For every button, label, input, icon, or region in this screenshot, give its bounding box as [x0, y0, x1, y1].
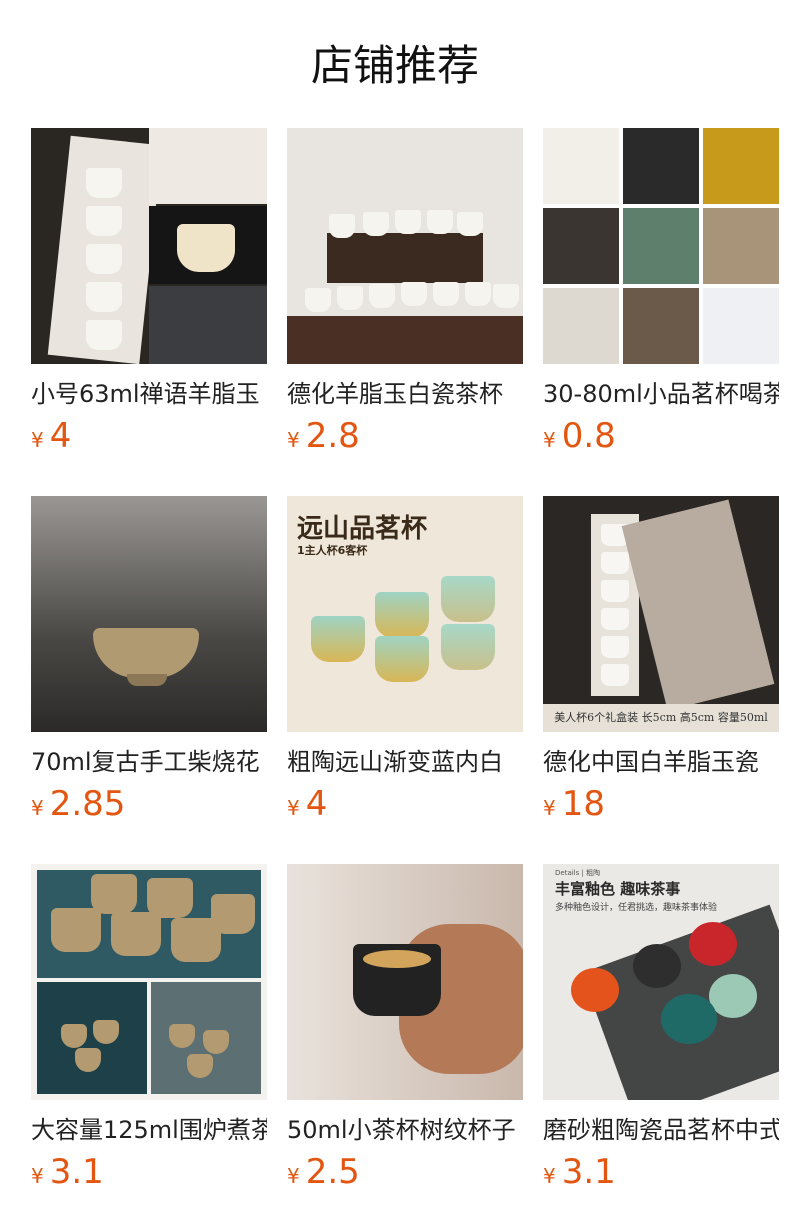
- currency-symbol: ¥: [543, 428, 556, 452]
- image-tag: Details | 粗陶: [555, 869, 601, 877]
- product-image[interactable]: [31, 864, 267, 1100]
- price-value: 4: [49, 416, 72, 456]
- product-name[interactable]: 磨砂粗陶瓷品茗杯中式: [543, 1114, 779, 1146]
- currency-symbol: ¥: [543, 1164, 556, 1188]
- product-card[interactable]: 美人杯6个礼盒装 长5cm 高5cm 容量50ml 德化中国白羊脂玉瓷 ¥18: [543, 496, 779, 824]
- currency-symbol: ¥: [287, 1164, 300, 1188]
- product-name[interactable]: 小号63ml禅语羊脂玉: [31, 378, 267, 410]
- product-card[interactable]: 大容量125ml围炉煮茶 ¥3.1: [31, 864, 267, 1192]
- product-card[interactable]: Details | 粗陶 丰富釉色 趣味茶事 多种釉色设计，任君挑选，趣味茶事体…: [543, 864, 779, 1192]
- product-card[interactable]: 德化羊脂玉白瓷茶杯 ¥2.8: [287, 128, 523, 456]
- image-caption: 美人杯6个礼盒装 长5cm 高5cm 容量50ml: [543, 704, 779, 732]
- price-value: 2.5: [305, 1152, 360, 1192]
- price-value: 2.8: [305, 416, 360, 456]
- price-value: 3.1: [561, 1152, 616, 1192]
- product-image[interactable]: [543, 128, 779, 364]
- product-card[interactable]: 70ml复古手工柴烧花 ¥2.85: [31, 496, 267, 824]
- product-price: ¥0.8: [543, 416, 616, 456]
- page-title: 店铺推荐: [310, 41, 479, 90]
- currency-symbol: ¥: [543, 796, 556, 820]
- product-price: ¥18: [543, 784, 605, 824]
- product-name[interactable]: 大容量125ml围炉煮茶: [31, 1114, 267, 1146]
- product-price: ¥2.8: [287, 416, 360, 456]
- product-name[interactable]: 粗陶远山渐变蓝内白: [287, 746, 523, 778]
- product-image[interactable]: 美人杯6个礼盒装 长5cm 高5cm 容量50ml: [543, 496, 779, 732]
- image-subtitle: 多种釉色设计，任君挑选，趣味茶事体验: [555, 903, 718, 913]
- product-price: ¥3.1: [31, 1152, 104, 1192]
- product-image[interactable]: 远山品茗杯 1主人杯6客杯: [287, 496, 523, 732]
- currency-symbol: ¥: [31, 428, 44, 452]
- product-card[interactable]: 小号63ml禅语羊脂玉 ¥4: [31, 128, 267, 456]
- product-image[interactable]: [287, 864, 523, 1100]
- currency-symbol: ¥: [31, 1164, 44, 1188]
- product-price: ¥4: [287, 784, 327, 824]
- price-value: 18: [561, 784, 605, 824]
- product-name[interactable]: 50ml小茶杯树纹杯子: [287, 1114, 523, 1146]
- product-price: ¥2.85: [31, 784, 125, 824]
- image-title: 远山品茗杯: [297, 514, 428, 544]
- image-title: 丰富釉色 趣味茶事: [555, 880, 681, 898]
- product-name[interactable]: 30-80ml小品茗杯喝茶: [543, 378, 779, 410]
- currency-symbol: ¥: [31, 796, 44, 820]
- product-card[interactable]: 50ml小茶杯树纹杯子 ¥2.5: [287, 864, 523, 1192]
- product-image[interactable]: [31, 496, 267, 732]
- product-card[interactable]: 30-80ml小品茗杯喝茶 ¥0.8: [543, 128, 779, 456]
- product-image[interactable]: [287, 128, 523, 364]
- currency-symbol: ¥: [287, 796, 300, 820]
- price-value: 4: [305, 784, 328, 824]
- product-name[interactable]: 德化中国白羊脂玉瓷: [543, 746, 779, 778]
- price-value: 3.1: [49, 1152, 104, 1192]
- product-name[interactable]: 70ml复古手工柴烧花: [31, 746, 267, 778]
- price-value: 0.8: [561, 416, 616, 456]
- product-price: ¥3.1: [543, 1152, 616, 1192]
- currency-symbol: ¥: [287, 428, 300, 452]
- product-price: ¥4: [31, 416, 71, 456]
- product-price: ¥2.5: [287, 1152, 360, 1192]
- product-name[interactable]: 德化羊脂玉白瓷茶杯: [287, 378, 523, 410]
- image-subtitle: 1主人杯6客杯: [297, 544, 368, 557]
- price-value: 2.85: [49, 784, 126, 824]
- product-image[interactable]: [31, 128, 267, 364]
- product-image[interactable]: Details | 粗陶 丰富釉色 趣味茶事 多种釉色设计，任君挑选，趣味茶事体…: [543, 864, 779, 1100]
- product-card[interactable]: 远山品茗杯 1主人杯6客杯 粗陶远山渐变蓝内白 ¥4: [287, 496, 523, 824]
